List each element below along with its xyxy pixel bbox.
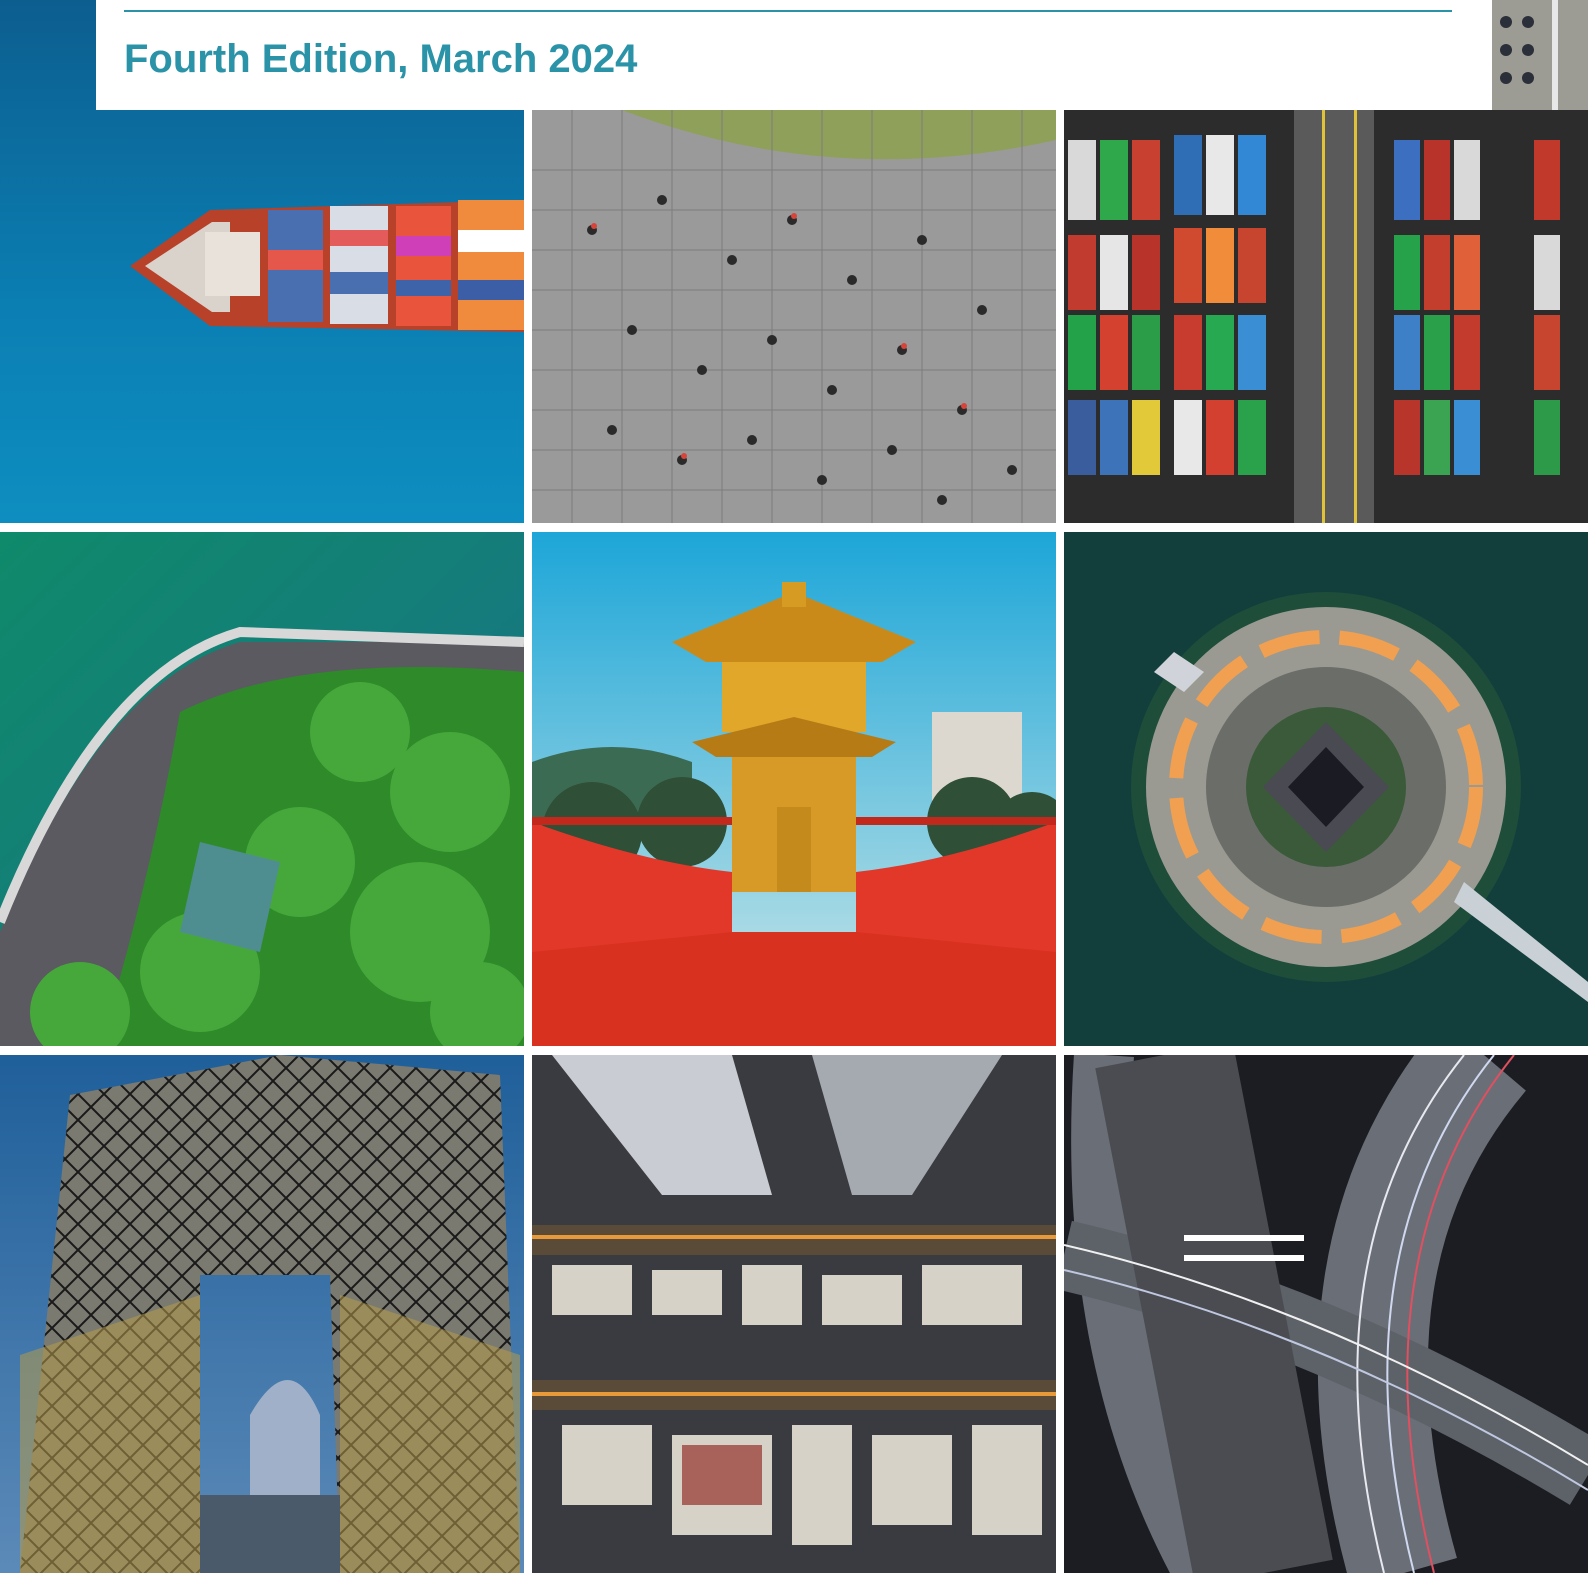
photo-cyclists-plaza xyxy=(532,110,1056,523)
edition-banner: Fourth Edition, March 2024 xyxy=(96,0,1492,110)
edition-title: Fourth Edition, March 2024 xyxy=(124,37,638,81)
photo-shipping-containers xyxy=(1064,110,1588,523)
photo-grid xyxy=(0,0,1588,1573)
photo-golden-pavilion xyxy=(532,532,1056,1046)
banner-rule xyxy=(124,10,1452,12)
photo-temple-island xyxy=(1064,532,1588,1046)
photo-city-topdown xyxy=(532,1055,1056,1573)
photo-highway-interchange xyxy=(1064,1055,1588,1573)
photo-dam-reservoir xyxy=(0,532,524,1046)
report-cover: Fourth Edition, March 2024 xyxy=(0,0,1588,1573)
photo-port-corner xyxy=(1492,0,1588,110)
photo-cctv-building xyxy=(0,1055,524,1573)
